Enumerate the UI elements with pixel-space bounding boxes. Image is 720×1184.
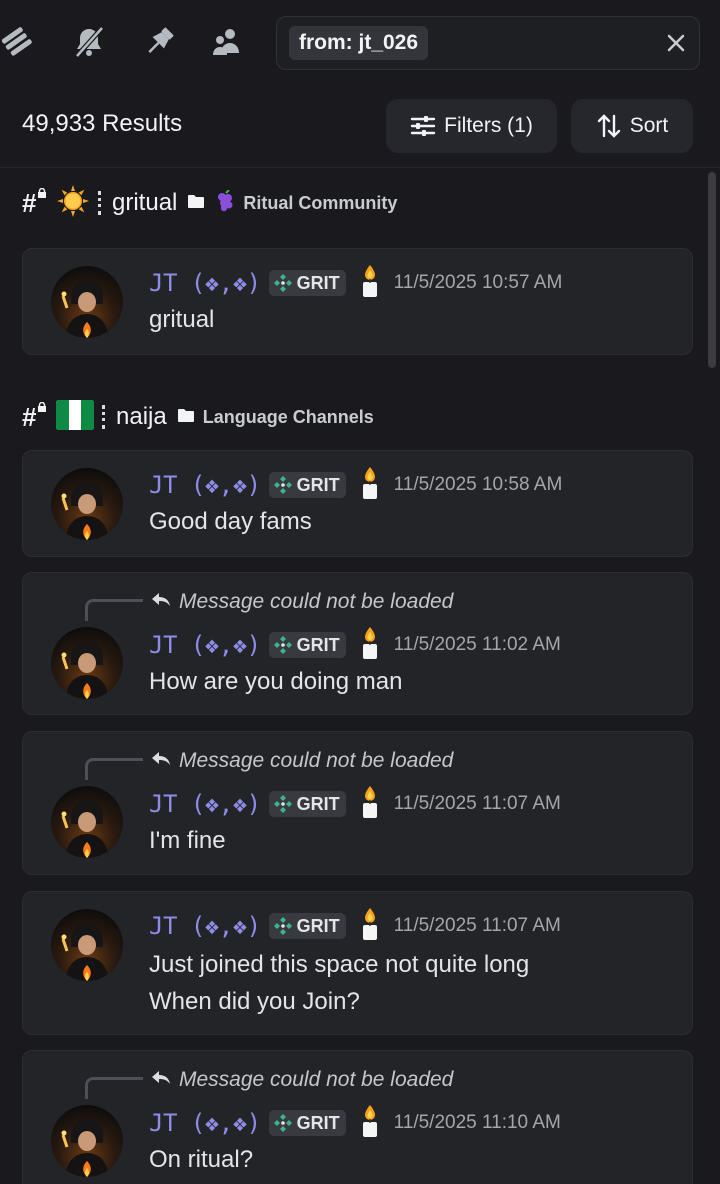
channel-name: naija — [116, 403, 167, 430]
avatar[interactable] — [51, 266, 123, 338]
folder-icon — [177, 407, 195, 428]
threads-icon[interactable] — [0, 22, 38, 62]
message-meta: JT (❖,❖) GRIT 11/5/2025 10:58 AM — [149, 466, 563, 501]
message-card[interactable]: Message could not be loaded JT (❖,❖) GRI… — [22, 572, 693, 715]
reply-spine — [85, 599, 143, 621]
reply-arrow-icon — [151, 1070, 171, 1091]
search-filter-token[interactable]: from: jt_026 — [289, 26, 429, 60]
sort-label: Sort — [629, 114, 669, 137]
message-meta: JT (❖,❖) GRIT 11/5/2025 11:07 AM — [149, 907, 561, 942]
candle-emoji — [360, 785, 380, 824]
nigeria-flag-emoji — [56, 399, 94, 435]
sort-button[interactable]: Sort — [571, 99, 693, 153]
message-content: Good day fams — [149, 508, 312, 535]
reply-text: Message could not be loaded — [179, 749, 454, 772]
author-name[interactable]: JT (❖,❖) — [149, 269, 261, 297]
channel-category: Ritual Community — [243, 192, 398, 213]
mute-bell-icon[interactable] — [70, 22, 108, 62]
candle-emoji — [360, 907, 380, 946]
diamond-tag-icon — [273, 636, 292, 654]
guild-tag[interactable]: GRIT — [268, 632, 346, 658]
message-content: gritual — [149, 306, 215, 333]
filters-button[interactable]: Filters (1) — [386, 99, 557, 153]
message-card[interactable]: JT (❖,❖) GRIT 11/5/2025 11:07 AM Just jo… — [22, 891, 693, 1035]
message-content: On ritual? — [149, 1146, 254, 1173]
avatar[interactable] — [51, 627, 123, 699]
avatar[interactable] — [51, 1105, 123, 1177]
timestamp: 11/5/2025 11:07 AM — [393, 793, 561, 814]
close-icon[interactable] — [663, 30, 689, 56]
timestamp: 11/5/2025 10:58 AM — [393, 474, 563, 495]
message-card[interactable]: Message could not be loaded JT (❖,❖) GRI… — [22, 731, 693, 875]
avatar[interactable] — [51, 909, 123, 981]
message-meta: JT (❖,❖) GRIT 11/5/2025 10:57 AM — [149, 264, 563, 299]
results-header: 49,933 Results Filters (1) Sort — [0, 84, 720, 168]
sliders-icon — [410, 116, 436, 136]
guild-tag[interactable]: GRIT — [268, 472, 346, 498]
guild-tag[interactable]: GRIT — [268, 1110, 346, 1136]
scrollbar-thumb[interactable] — [708, 172, 716, 368]
sort-arrows-icon — [597, 114, 620, 138]
reply-preview[interactable]: Message could not be loaded — [85, 746, 454, 780]
top-toolbar: from: jt_026 — [0, 0, 720, 84]
channel-separator — [98, 191, 102, 215]
diamond-tag-icon — [273, 917, 292, 935]
diamond-tag-icon — [273, 1114, 292, 1132]
message-card[interactable]: JT (❖,❖) GRIT 11/5/2025 10:57 AM gritual — [22, 248, 693, 355]
channel-separator — [102, 405, 106, 429]
message-content: Just joined this space not quite long Wh… — [149, 951, 530, 1015]
guild-tag[interactable]: GRIT — [268, 270, 346, 296]
pin-icon[interactable] — [140, 22, 178, 62]
author-name[interactable]: JT (❖,❖) — [149, 471, 261, 499]
members-icon[interactable] — [208, 22, 246, 62]
reply-spine — [85, 1077, 143, 1099]
author-name[interactable]: JT (❖,❖) — [149, 912, 261, 940]
timestamp: 11/5/2025 11:07 AM — [393, 915, 561, 936]
channel-header-gritual[interactable]: # gritual Ritual Community — [22, 183, 397, 223]
message-meta: JT (❖,❖) GRIT 11/5/2025 11:10 AM — [149, 1104, 561, 1139]
filters-label: Filters (1) — [444, 114, 533, 137]
message-content: How are you doing man — [149, 668, 403, 695]
timestamp: 11/5/2025 11:02 AM — [393, 634, 561, 655]
channel-category: Language Channels — [202, 406, 374, 427]
results-count: 49,933 Results — [22, 110, 183, 137]
reply-spine — [85, 758, 143, 780]
reply-text: Message could not be loaded — [179, 1068, 454, 1091]
message-card[interactable]: Message could not be loaded JT (❖,❖) GRI… — [22, 1050, 693, 1184]
guild-tag[interactable]: GRIT — [268, 913, 346, 939]
author-name[interactable]: JT (❖,❖) — [149, 631, 261, 659]
candle-emoji — [360, 1104, 380, 1143]
avatar[interactable] — [51, 786, 123, 858]
reply-preview[interactable]: Message could not be loaded — [85, 1065, 454, 1099]
candle-emoji — [360, 264, 380, 303]
author-name[interactable]: JT (❖,❖) — [149, 790, 261, 818]
reply-preview[interactable]: Message could not be loaded — [85, 587, 454, 621]
message-content: I'm fine — [149, 827, 226, 854]
message-meta: JT (❖,❖) GRIT 11/5/2025 11:07 AM — [149, 785, 561, 820]
guild-tag[interactable]: GRIT — [268, 791, 346, 817]
search-input[interactable]: from: jt_026 — [276, 16, 700, 70]
search-results-list[interactable]: # gritual Ritual Community JT (❖,❖) GRIT… — [0, 169, 704, 1184]
diamond-tag-icon — [273, 476, 292, 494]
timestamp: 11/5/2025 10:57 AM — [393, 272, 563, 293]
candle-emoji — [360, 626, 380, 665]
grapes-emoji — [215, 188, 235, 217]
folder-icon — [187, 193, 205, 214]
reply-text: Message could not be loaded — [179, 590, 454, 613]
reply-arrow-icon — [151, 751, 171, 772]
author-name[interactable]: JT (❖,❖) — [149, 1109, 261, 1137]
reply-arrow-icon — [151, 592, 171, 613]
message-meta: JT (❖,❖) GRIT 11/5/2025 11:02 AM — [149, 626, 561, 661]
sun-emoji — [56, 184, 90, 223]
text-channel-icon: # — [22, 187, 48, 219]
text-channel-icon: # — [22, 401, 48, 433]
diamond-tag-icon — [273, 274, 292, 292]
channel-name: gritual — [112, 189, 178, 216]
timestamp: 11/5/2025 11:10 AM — [393, 1112, 561, 1133]
avatar[interactable] — [51, 468, 123, 540]
candle-emoji — [360, 466, 380, 505]
message-card[interactable]: JT (❖,❖) GRIT 11/5/2025 10:58 AM Good da… — [22, 450, 693, 557]
channel-header-naija[interactable]: # naija Language Channels — [22, 397, 374, 437]
diamond-tag-icon — [273, 795, 292, 813]
